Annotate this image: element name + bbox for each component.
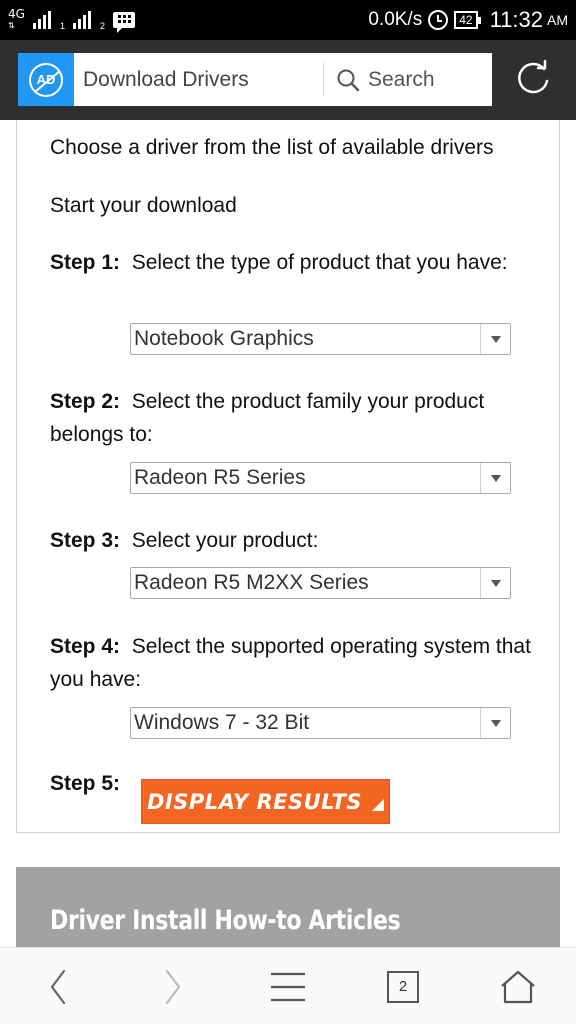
product-family-select[interactable]: Radeon R5 Series [130, 462, 511, 494]
adblock-icon: AD [29, 62, 63, 97]
network-speed: 0.0K/s [368, 9, 423, 30]
articles-title: Driver Install How-to Articles [50, 905, 401, 936]
back-button[interactable] [28, 948, 88, 1024]
product-family-value: Radeon R5 Series [134, 466, 306, 489]
step-3-description: Select your product: [131, 529, 319, 552]
home-button[interactable] [488, 948, 548, 1024]
forward-icon [165, 969, 181, 1004]
page-title[interactable]: Download Drivers [83, 68, 323, 92]
header-divider [323, 63, 324, 96]
network-label: 4G [8, 7, 25, 21]
home-icon [501, 970, 535, 1003]
search-button[interactable]: Search [336, 53, 435, 106]
product-type-value: Notebook Graphics [134, 327, 314, 350]
step-3-text: Step 3: Select your product: [50, 524, 535, 557]
step-1-description: Select the type of product that you have… [131, 251, 508, 274]
step-1-label: Step 1: [50, 251, 121, 274]
search-icon [337, 69, 360, 91]
clock: 11:32 [489, 7, 543, 32]
header-box: AD Download Drivers Search [18, 53, 492, 106]
start-text: Start your download [50, 194, 237, 217]
sim1-label: 1 [59, 21, 65, 31]
step-2-label: Step 2: [50, 390, 121, 413]
step-4-text: Step 4: Select the supported operating s… [50, 630, 535, 696]
intro-text: Choose a driver from the list of availab… [50, 136, 494, 159]
clock-ampm: AM [547, 12, 568, 28]
status-bar: 4G ⇅ 1 2 0.0K/s 42 11:32 AM [0, 0, 576, 40]
alarm-icon [428, 10, 449, 30]
signal-icon [32, 11, 51, 29]
articles-banner[interactable]: Driver Install How-to Articles [16, 867, 560, 947]
logo-text: AD [36, 72, 56, 87]
step-4-label: Step 4: [50, 635, 121, 658]
header: AD Download Drivers Search [0, 40, 576, 120]
signal-icon [72, 11, 91, 29]
battery-level: 42 [459, 13, 473, 27]
step-5-label: Step 5: [50, 772, 121, 795]
tab-count: 2 [398, 978, 408, 995]
data-arrows-icon: ⇅ [8, 21, 15, 30]
step-1-text: Step 1: Select the type of product that … [50, 246, 535, 279]
triangle-icon [372, 798, 385, 811]
display-results-label: DISPLAY RESULTS [146, 789, 363, 814]
operating-system-value: Windows 7 - 32 Bit [134, 711, 310, 734]
tabs-button[interactable]: 2 [373, 948, 433, 1024]
refresh-button[interactable] [512, 57, 556, 101]
logo[interactable]: AD [18, 53, 74, 106]
dropdown-arrow-icon [480, 463, 510, 493]
refresh-icon [518, 59, 549, 94]
dropdown-arrow-icon [480, 568, 510, 598]
operating-system-select[interactable]: Windows 7 - 32 Bit [130, 707, 511, 739]
forward-button[interactable] [143, 948, 203, 1024]
sim2-label: 2 [99, 21, 105, 31]
step-2-text: Step 2: Select the product family your p… [50, 385, 535, 451]
menu-icon [271, 972, 305, 1001]
bbm-icon [112, 12, 135, 33]
product-select[interactable]: Radeon R5 M2XX Series [130, 567, 511, 599]
search-label: Search [368, 67, 435, 91]
tabs-icon: 2 [387, 970, 419, 1003]
dropdown-arrow-icon [480, 324, 510, 354]
back-icon [50, 969, 66, 1004]
dropdown-arrow-icon [480, 708, 510, 738]
network-type: 4G ⇅ [8, 7, 25, 31]
step-3-label: Step 3: [50, 529, 121, 552]
driver-selector-card: Choose a driver from the list of availab… [16, 120, 560, 833]
browser-bottom-nav: 2 [0, 947, 576, 1024]
product-type-select[interactable]: Notebook Graphics [130, 323, 511, 355]
menu-button[interactable] [258, 948, 318, 1024]
battery-icon: 42 [454, 11, 481, 29]
product-value: Radeon R5 M2XX Series [134, 571, 369, 594]
step-4-description: Select the supported operating system th… [50, 635, 531, 691]
display-results-button[interactable]: DISPLAY RESULTS [141, 779, 390, 824]
